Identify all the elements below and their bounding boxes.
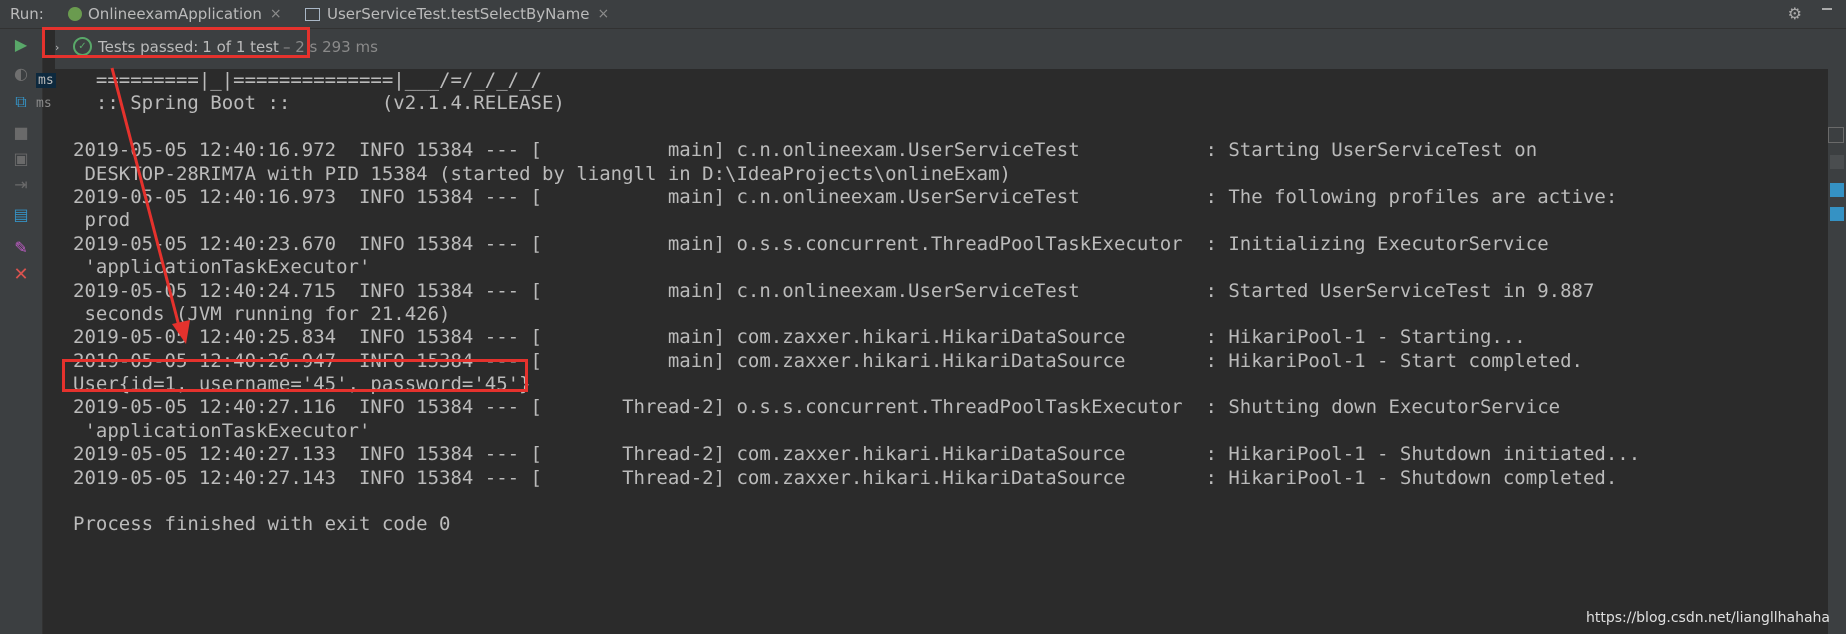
annotation-box-user-output — [62, 359, 528, 392]
console-line: 2019-05-05 12:40:25.834 INFO 15384 --- [… — [73, 326, 1526, 349]
exit-icon[interactable]: ⇥ — [11, 175, 31, 195]
spring-boot-app-icon — [68, 7, 82, 21]
console-line: 2019-05-05 12:40:27.116 INFO 15384 --- [… — [73, 396, 1561, 419]
gear-icon[interactable]: ⚙ — [1788, 4, 1802, 23]
close-icon[interactable]: ✕ — [11, 265, 31, 285]
console-line: seconds (JVM running for 21.426) — [73, 302, 451, 325]
test-time-label[interactable]: ms — [36, 96, 52, 111]
test-class-icon — [305, 7, 320, 21]
console-line: 2019-05-05 12:40:23.670 INFO 15384 --- [… — [73, 232, 1549, 255]
console-line: 2019-05-05 12:40:16.973 INFO 15384 --- [… — [73, 185, 1618, 208]
pin-icon[interactable]: ✎ — [11, 238, 31, 258]
tab-user-service-test[interactable]: UserServiceTest.testSelectByName × — [305, 0, 609, 28]
console-line: 2019-05-05 12:40:27.133 INFO 15384 --- [… — [73, 443, 1641, 466]
console-line: 2019-05-05 12:40:24.715 INFO 15384 --- [… — [73, 279, 1595, 302]
test-results-bar: › ✓ Tests passed: 1 of 1 test – 2 s 293 … — [55, 29, 1846, 69]
console-line: =========|_|==============|___/=/_/_/_/ — [73, 69, 542, 91]
tab-label: UserServiceTest.testSelectByName — [327, 5, 590, 23]
console-line: prod — [73, 209, 131, 232]
right-scroll-gutter[interactable] — [1828, 69, 1846, 634]
rerun-failed-icon[interactable]: ◐ — [11, 64, 31, 84]
run-tool-window-header: Run: OnlineexamApplication × UserService… — [0, 0, 1846, 29]
tab-label: OnlineexamApplication — [88, 5, 262, 23]
console-line: 2019-05-05 12:40:16.972 INFO 15384 --- [… — [73, 139, 1538, 162]
console-text: =========|_|==============|___/=/_/_/_/ … — [73, 69, 1640, 537]
scroll-to-end-icon[interactable] — [1828, 127, 1844, 143]
console-line: Process finished with exit code 0 — [73, 513, 451, 536]
watermark: https://blog.csdn.net/liangllhahaha — [1585, 610, 1830, 626]
annotation-box-test-status — [42, 27, 310, 58]
test-time-label[interactable]: ms — [36, 73, 56, 88]
console-line: 'applicationTaskExecutor' — [73, 256, 371, 279]
toggle-auto-test-icon[interactable]: ⧉ — [11, 92, 31, 112]
rerun-icon[interactable]: ▶ — [11, 35, 31, 55]
stop-icon[interactable]: ■ — [11, 123, 31, 143]
console-line: 2019-05-05 12:40:27.143 INFO 15384 --- [… — [73, 466, 1618, 489]
console-line: 'applicationTaskExecutor' — [73, 419, 371, 442]
tab-onlineexam-application[interactable]: OnlineexamApplication × — [68, 0, 282, 28]
trash-icon[interactable] — [1830, 207, 1844, 221]
console-output[interactable]: =========|_|==============|___/=/_/_/_/ … — [57, 69, 1830, 634]
close-tab-icon[interactable]: × — [270, 6, 282, 22]
soft-wrap-icon[interactable] — [1830, 155, 1844, 169]
run-toolbar: ▶ ◐ ⧉ ■ ▣ ⇥ ▤ ✎ ✕ — [0, 29, 43, 634]
dump-threads-icon[interactable]: ▣ — [11, 149, 31, 169]
console-line: :: Spring Boot :: (v2.1.4.RELEASE) — [73, 92, 565, 115]
layout-icon[interactable]: ▤ — [11, 205, 31, 225]
console-line: DESKTOP-28RIM7A with PID 15384 (started … — [73, 162, 1011, 185]
run-label: Run: — [10, 5, 44, 23]
print-icon[interactable] — [1830, 183, 1844, 197]
close-tab-icon[interactable]: × — [597, 6, 609, 22]
hide-panel-icon[interactable] — [1822, 8, 1832, 10]
